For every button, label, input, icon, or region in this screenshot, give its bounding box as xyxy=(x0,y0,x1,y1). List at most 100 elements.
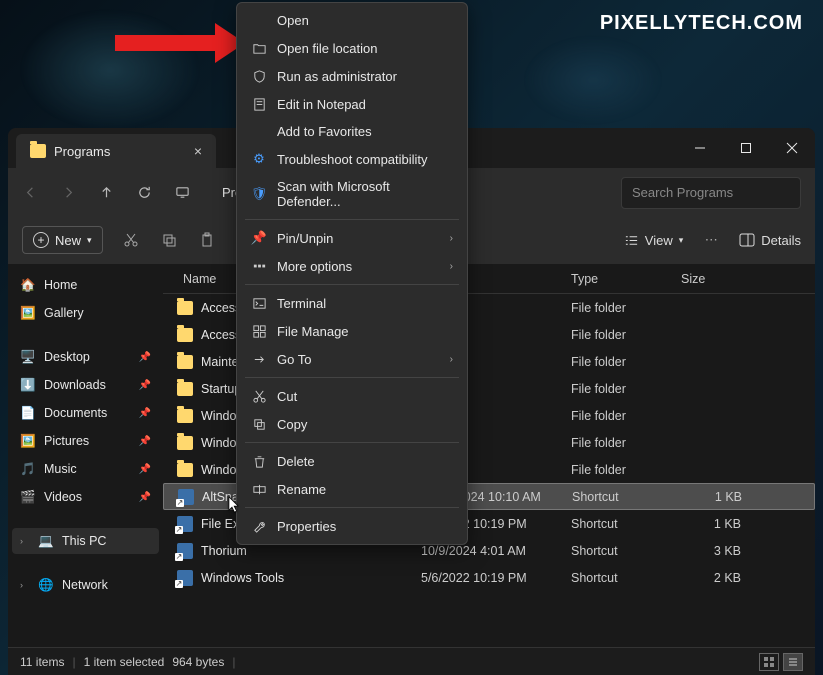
chevron-right-icon: › xyxy=(450,233,453,244)
context-menu: Open Open file location Run as administr… xyxy=(236,2,468,545)
search-input[interactable]: Search Programs xyxy=(621,177,801,209)
view-label: View xyxy=(645,233,673,248)
wrench-icon xyxy=(251,518,267,534)
maximize-button[interactable] xyxy=(723,128,769,168)
sidebar-item-videos[interactable]: 🎬Videos📌 xyxy=(12,484,159,510)
file-type-cell: File folder xyxy=(563,355,673,369)
ctx-cut[interactable]: Cut xyxy=(237,382,467,410)
folder-icon xyxy=(30,144,46,158)
sidebar-item-network[interactable]: ›🌐Network xyxy=(12,572,159,598)
monitor-icon[interactable] xyxy=(174,185,190,200)
file-type-cell: File folder xyxy=(563,463,673,477)
file-size-cell: 3 KB xyxy=(673,544,753,558)
paste-button[interactable] xyxy=(197,232,217,248)
minimize-button[interactable] xyxy=(677,128,723,168)
sidebar-item-pictures[interactable]: 🖼️Pictures📌 xyxy=(12,428,159,454)
new-button[interactable]: + New ▾ xyxy=(22,226,103,254)
folder-icon xyxy=(177,463,193,477)
pin-icon: 📌 xyxy=(139,464,151,475)
plus-icon: + xyxy=(33,232,49,248)
ctx-edit-notepad[interactable]: Edit in Notepad xyxy=(237,90,467,118)
sidebar-item-downloads[interactable]: ⬇️Downloads📌 xyxy=(12,372,159,398)
ctx-troubleshoot[interactable]: ⚙Troubleshoot compatibility xyxy=(237,145,467,173)
ctx-terminal[interactable]: Terminal xyxy=(237,289,467,317)
ctx-copy[interactable]: Copy xyxy=(237,410,467,438)
separator xyxy=(245,507,459,508)
folder-icon xyxy=(177,355,193,369)
gallery-icon: 🖼️ xyxy=(20,305,36,321)
pin-icon: 📌 xyxy=(139,436,151,447)
file-size-cell: 1 KB xyxy=(674,490,754,504)
ctx-go-to[interactable]: Go To› xyxy=(237,345,467,373)
sidebar-item-gallery[interactable]: 🖼️Gallery xyxy=(12,300,159,326)
shortcut-icon xyxy=(177,516,193,532)
sidebar-item-desktop[interactable]: 🖥️Desktop📌 xyxy=(12,344,159,370)
ctx-rename[interactable]: Rename xyxy=(237,475,467,503)
sidebar-item-documents[interactable]: 📄Documents📌 xyxy=(12,400,159,426)
details-button[interactable]: Details xyxy=(739,232,801,248)
ctx-more-options[interactable]: More options› xyxy=(237,252,467,280)
folder-icon xyxy=(177,436,193,450)
cut-button[interactable] xyxy=(121,232,141,248)
separator xyxy=(245,377,459,378)
file-type-cell: Shortcut xyxy=(563,517,673,531)
status-item-count: 11 items xyxy=(20,655,64,669)
more-button[interactable]: ⋯ xyxy=(701,232,721,248)
back-button[interactable] xyxy=(22,185,38,200)
ctx-open[interactable]: Open xyxy=(237,7,467,34)
chevron-right-icon: › xyxy=(20,580,30,590)
sidebar-item-music[interactable]: 🎵Music📌 xyxy=(12,456,159,482)
file-row[interactable]: Windows Tools5/6/2022 10:19 PMShortcut2 … xyxy=(163,564,815,591)
grid-icon xyxy=(251,323,267,339)
sidebar-item-home[interactable]: 🏠Home xyxy=(12,272,159,298)
mouse-cursor xyxy=(228,496,244,519)
column-header-type[interactable]: Type xyxy=(563,272,673,286)
sidebar-item-thispc[interactable]: ›💻This PC xyxy=(12,528,159,554)
ctx-delete[interactable]: Delete xyxy=(237,447,467,475)
file-name-cell: Windows Tools xyxy=(163,570,413,586)
copy-icon xyxy=(251,416,267,432)
trash-icon xyxy=(251,453,267,469)
column-header-size[interactable]: Size xyxy=(673,272,753,286)
ctx-scan-defender[interactable]: 🛡Scan with Microsoft Defender... xyxy=(237,173,467,215)
folder-icon xyxy=(177,328,193,342)
status-bytes: 964 bytes xyxy=(172,655,224,669)
ctx-open-file-location[interactable]: Open file location xyxy=(237,34,467,62)
pin-icon: 📌 xyxy=(139,352,151,363)
copy-button[interactable] xyxy=(159,232,179,248)
terminal-icon xyxy=(251,295,267,311)
watermark-text: PIXELLYTECH.COM xyxy=(600,12,803,35)
ctx-file-manage[interactable]: File Manage xyxy=(237,317,467,345)
status-bar: 11 items | 1 item selected 964 bytes | xyxy=(8,647,815,675)
ctx-add-favorites[interactable]: Add to Favorites xyxy=(237,118,467,145)
shortcut-icon xyxy=(177,543,193,559)
network-icon: 🌐 xyxy=(38,577,54,593)
ctx-properties[interactable]: Properties xyxy=(237,512,467,540)
file-type-cell: File folder xyxy=(563,301,673,315)
pin-icon: 📌 xyxy=(139,408,151,419)
shortcut-icon xyxy=(178,489,194,505)
ctx-pin-unpin[interactable]: 📌Pin/Unpin› xyxy=(237,224,467,252)
troubleshoot-icon: ⚙ xyxy=(251,151,267,167)
close-button[interactable] xyxy=(769,128,815,168)
ctx-run-as-admin[interactable]: Run as administrator xyxy=(237,62,467,90)
view-button[interactable]: View ▾ xyxy=(624,233,683,248)
pin-icon: 📌 xyxy=(139,492,151,503)
up-button[interactable] xyxy=(98,185,114,200)
window-tab[interactable]: Programs × xyxy=(16,134,216,168)
file-type-cell: File folder xyxy=(563,409,673,423)
status-selected: 1 item selected xyxy=(84,655,165,669)
file-type-cell: Shortcut xyxy=(564,490,674,504)
forward-button[interactable] xyxy=(60,185,76,200)
details-label: Details xyxy=(761,233,801,248)
new-label: New xyxy=(55,233,81,248)
view-details-button[interactable] xyxy=(783,653,803,671)
close-tab-icon[interactable]: × xyxy=(194,143,202,159)
list-icon xyxy=(624,233,639,248)
refresh-button[interactable] xyxy=(136,185,152,200)
chevron-right-icon: › xyxy=(450,261,453,272)
shortcut-icon xyxy=(177,570,193,586)
separator xyxy=(245,442,459,443)
arrow-right-icon xyxy=(251,351,267,367)
view-thumbnails-button[interactable] xyxy=(759,653,779,671)
